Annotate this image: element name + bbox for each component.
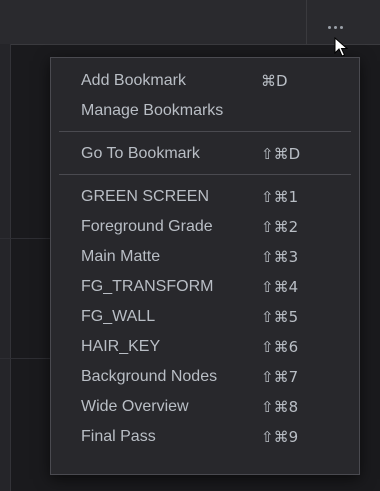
menu-item-final-pass[interactable]: Final Pass ⇧⌘9 — [81, 422, 331, 452]
menu-item-label: Go To Bookmark — [81, 145, 200, 162]
menu-item-label: Wide Overview — [81, 398, 189, 415]
menu-item-shortcut: ⌘D — [261, 72, 288, 90]
menu-item-shortcut: ⇧⌘D — [261, 145, 301, 163]
background-grid-line — [0, 358, 50, 359]
menu-item-shortcut: ⇧⌘4 — [261, 278, 299, 296]
bookmark-dropdown-menu: Add Bookmark ⌘D Manage Bookmarks Go To Book… — [50, 57, 360, 475]
menu-item-shortcut: ⇧⌘7 — [261, 368, 299, 386]
dot-icon-left — [327, 26, 331, 29]
menu-item-shortcut: ⇧⌘2 — [261, 218, 299, 236]
menu-item-hair-key[interactable]: HAIR_KEY ⇧⌘6 — [81, 332, 331, 362]
menu-item-wide-overview[interactable]: Wide Overview ⇧⌘8 — [81, 392, 331, 422]
dot-icon-middle — [333, 26, 337, 29]
menu-item-shortcut: ⇧⌘3 — [261, 248, 299, 266]
node-editor-header — [0, 0, 380, 45]
menu-item-shortcut: ⇧⌘6 — [261, 338, 299, 356]
menu-item-shortcut: ⇧⌘1 — [261, 188, 299, 206]
menu-item-label: GREEN SCREEN — [81, 188, 210, 205]
menu-item-label: Foreground Grade — [81, 218, 213, 235]
menu-separator — [59, 174, 351, 175]
bookmark-menu-screen: Add Bookmark ⌘D Manage Bookmarks Go To Book… — [0, 0, 380, 491]
menu-item-fg-transform[interactable]: FG_TRANSFORM ⇧⌘4 — [81, 272, 331, 302]
menu-item-go-to-bookmark[interactable]: Go To Bookmark ⇧⌘D — [81, 139, 331, 169]
menu-item-add-bookmark[interactable]: Add Bookmark ⌘D — [81, 66, 331, 96]
menu-item-label: FG_TRANSFORM — [81, 278, 214, 295]
left-panel-edge — [0, 44, 11, 491]
menu-item-green-screen[interactable]: GREEN SCREEN ⇧⌘1 — [81, 182, 331, 212]
menu-item-fg-wall[interactable]: FG_WALL ⇧⌘5 — [81, 302, 331, 332]
menu-item-background-nodes[interactable]: Background Nodes ⇧⌘7 — [81, 362, 331, 392]
menu-item-shortcut: ⇧⌘9 — [261, 428, 299, 446]
menu-item-label: FG_WALL — [81, 308, 156, 325]
menu-item-label: HAIR_KEY — [81, 338, 161, 355]
mouse-pointer-icon — [334, 37, 348, 57]
dot-icon-right — [339, 26, 343, 29]
menu-item-manage-bookmarks[interactable]: Manage Bookmarks — [81, 96, 331, 126]
menu-item-shortcut: ⇧⌘5 — [261, 308, 299, 326]
menu-item-foreground-grade[interactable]: Foreground Grade ⇧⌘2 — [81, 212, 331, 242]
menu-item-shortcut: ⇧⌘8 — [261, 398, 299, 416]
header-divider — [306, 0, 307, 44]
menu-item-label: Main Matte — [81, 248, 161, 265]
menu-separator — [59, 131, 351, 132]
background-grid-line — [0, 238, 50, 239]
menu-item-label: Add Bookmark — [81, 72, 186, 89]
menu-item-label: Final Pass — [81, 428, 156, 445]
menu-item-main-matte[interactable]: Main Matte ⇧⌘3 — [81, 242, 331, 272]
menu-item-label: Manage Bookmarks — [81, 102, 224, 119]
menu-item-label: Background Nodes — [81, 368, 218, 385]
